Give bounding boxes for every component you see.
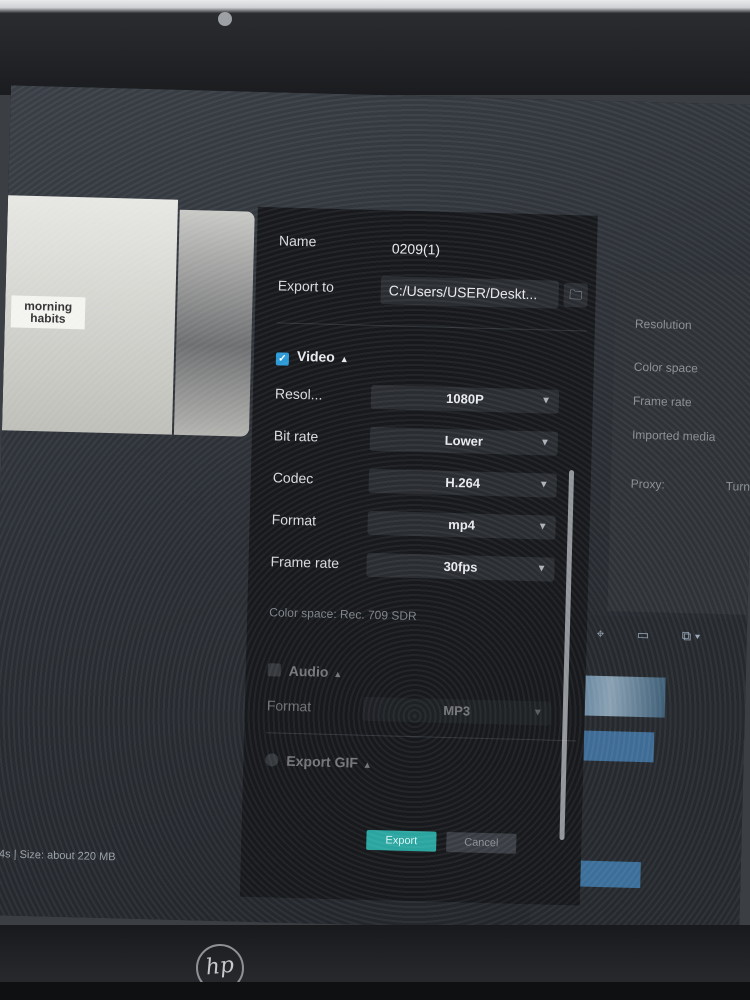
chevron-up-icon: ▲ [339,354,349,365]
name-label: Name [278,232,317,250]
format-label: Format [271,511,317,529]
crop-icon[interactable]: ⧉ ▾ [682,628,701,644]
chevron-down-icon: ▼ [532,707,543,719]
audio-format-label: Format [266,697,312,715]
frame-rate-select[interactable]: 30fps ▼ [366,552,555,582]
video-section-label: Video [296,347,336,365]
export-dialog: Name 0209(1) Export to C:/Users/USER/Des… [239,206,598,906]
resolution-value: 1080P [445,390,484,407]
audio-format-value: MP3 [443,702,471,719]
codec-value: H.264 [445,474,481,491]
chevron-down-icon: ▼ [536,563,547,575]
audio-format-select[interactable]: MP3 ▼ [362,696,552,726]
divider [266,732,577,742]
audio-section-label: Audio [288,662,329,680]
chevron-down-icon: ▼ [539,437,550,449]
divider [276,322,587,332]
chevron-down-icon: ▼ [537,521,548,533]
video-preview: morning habits [1,195,179,435]
resolution-label: Resol... [274,385,323,403]
resolution-select[interactable]: 1080P ▼ [370,384,560,414]
gif-section-label: Export GIF [286,752,359,771]
properties-panel: Resolution Color space Frame rate Import… [607,271,750,615]
audio-section-toggle[interactable]: Audio ▲ [267,662,343,680]
side-row-proxy: Proxy: [630,476,665,492]
format-select[interactable]: mp4 ▼ [367,510,556,540]
laptop-top-bezel [0,0,750,95]
frame-rate-value: 30fps [443,558,478,575]
cancel-button[interactable]: Cancel [446,831,517,854]
clip-icon[interactable]: ▭ [637,627,650,643]
laptop-hinge [0,982,750,1000]
thumbnail-text: morning habits [10,295,86,330]
side-row-resolution: Resolution [634,316,692,333]
export-path-input[interactable]: C:/Users/USER/Deskt... [380,276,560,309]
color-space-info: Color space: Rec. 709 SDR [269,605,417,624]
side-row-color-space: Color space [633,359,699,376]
codec-select[interactable]: H.264 ▼ [368,468,558,498]
chevron-up-icon: ▲ [362,759,372,771]
dialog-scrollbar[interactable] [559,470,575,841]
name-input[interactable]: 0209(1) [392,240,441,257]
side-row-frame-rate: Frame rate [632,393,692,410]
chevron-down-icon: ▼ [538,479,549,491]
video-checkbox[interactable]: ✓ [275,352,290,366]
video-section-toggle[interactable]: ✓ Video ▲ [275,347,349,367]
bitrate-label: Bit rate [273,427,319,445]
codec-label: Codec [272,469,314,487]
frame-rate-label: Frame rate [270,553,340,572]
gif-section-toggle[interactable]: Export GIF ▲ [265,752,372,771]
side-row-imported-media: Imported media [631,427,716,444]
proxy-value[interactable]: Turn [726,479,750,494]
video-preview-secondary [173,209,255,437]
webcam [218,12,232,26]
folder-icon[interactable]: 🗀 [563,282,589,308]
chevron-up-icon: ▲ [333,668,343,680]
screen: morning habits Resolution Color space Fr… [0,85,750,935]
audio-checkbox[interactable] [267,663,281,677]
gif-checkbox[interactable] [265,753,279,767]
export-button[interactable]: Export [366,829,437,852]
bitrate-value: Lower [444,432,484,449]
chevron-down-icon: ▼ [540,395,552,407]
format-value: mp4 [448,516,476,533]
export-to-label: Export to [277,277,335,295]
bitrate-select[interactable]: Lower ▼ [369,426,559,456]
split-icon[interactable]: ⌖ [597,626,605,642]
